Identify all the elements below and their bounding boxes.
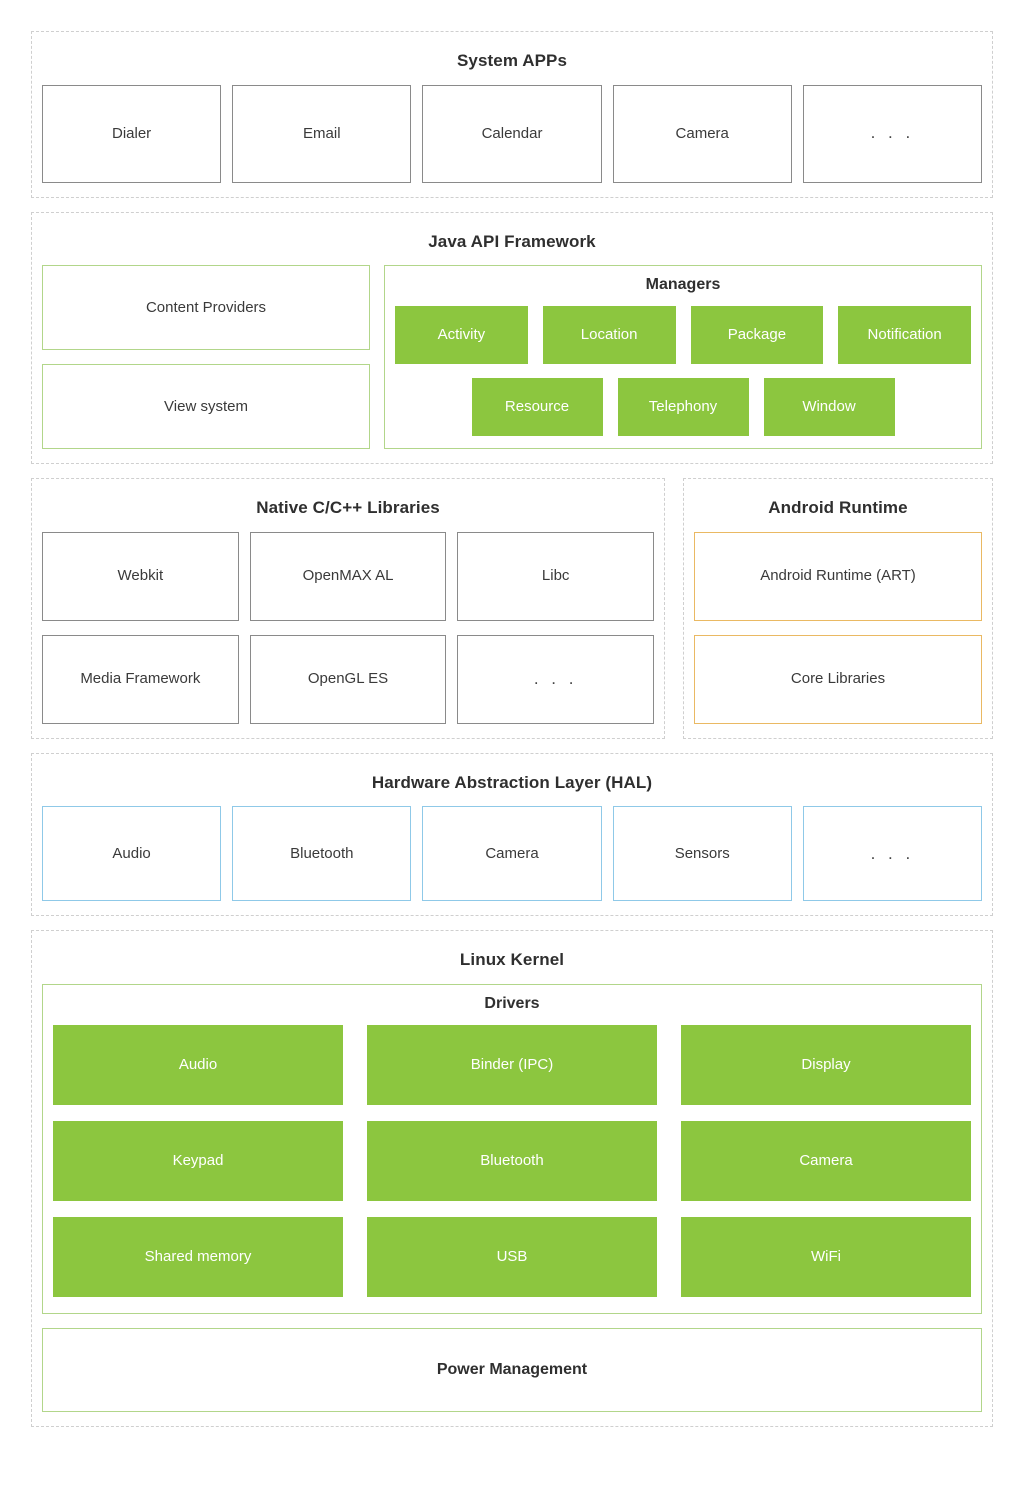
hal-row: Audio Bluetooth Camera Sensors . . . bbox=[42, 806, 983, 902]
api-box-content-providers[interactable]: Content Providers bbox=[42, 265, 370, 351]
native-box-media-framework[interactable]: Media Framework bbox=[42, 634, 239, 724]
drivers-row-1: Audio Binder (IPC) Display bbox=[53, 1024, 971, 1105]
driver-box-usb[interactable]: USB bbox=[367, 1216, 657, 1297]
driver-box-display[interactable]: Display bbox=[681, 1024, 971, 1105]
native-box-more[interactable]: . . . bbox=[457, 634, 655, 724]
manager-box-telephony[interactable]: Telephony bbox=[617, 377, 749, 436]
section-linux-kernel: Linux Kernel Drivers Audio Binder (IPC) … bbox=[31, 930, 993, 1427]
native-and-runtime-row: Native C/C++ Libraries Webkit OpenMAX AL… bbox=[31, 477, 993, 739]
driver-box-camera[interactable]: Camera bbox=[681, 1120, 971, 1201]
native-box-libc[interactable]: Libc bbox=[457, 531, 655, 621]
java-api-body: Content Providers View system Managers A… bbox=[42, 265, 982, 449]
section-title-hal: Hardware Abstraction Layer (HAL) bbox=[371, 772, 653, 792]
section-title-linux-kernel: Linux Kernel bbox=[459, 950, 565, 970]
section-title-java-api-framework: Java API Framework bbox=[428, 231, 596, 251]
app-box-dialer[interactable]: Dialer bbox=[42, 84, 222, 183]
native-libraries-row-1: Webkit OpenMAX AL Libc bbox=[42, 531, 655, 621]
section-title-system-apps: System APPs bbox=[456, 51, 568, 70]
hal-box-bluetooth[interactable]: Bluetooth bbox=[232, 806, 412, 902]
section-hal: Hardware Abstraction Layer (HAL) Audio B… bbox=[31, 752, 993, 917]
driver-box-audio[interactable]: Audio bbox=[53, 1024, 343, 1105]
drivers-group: Drivers Audio Binder (IPC) Display Keypa… bbox=[42, 984, 982, 1314]
manager-box-activity[interactable]: Activity bbox=[395, 305, 528, 364]
native-box-webkit[interactable]: Webkit bbox=[42, 531, 239, 621]
section-android-runtime: Android Runtime Android Runtime (ART) Co… bbox=[683, 477, 993, 739]
app-box-camera[interactable]: Camera bbox=[612, 84, 792, 183]
drivers-row-2: Keypad Bluetooth Camera bbox=[53, 1120, 971, 1201]
section-title-android-runtime: Android Runtime bbox=[768, 497, 908, 517]
power-management-box[interactable]: Power Management bbox=[42, 1327, 982, 1412]
native-libraries-row-2: Media Framework OpenGL ES . . . bbox=[42, 634, 655, 724]
driver-box-wifi[interactable]: WiFi bbox=[681, 1216, 971, 1297]
app-box-email[interactable]: Email bbox=[232, 84, 412, 183]
driver-box-keypad[interactable]: Keypad bbox=[53, 1120, 343, 1201]
android-architecture-diagram: System APPs Dialer Email Calendar Camera… bbox=[31, 31, 993, 1441]
drivers-title: Drivers bbox=[484, 995, 540, 1013]
hal-box-sensors[interactable]: Sensors bbox=[612, 806, 792, 902]
java-api-left-column: Content Providers View system bbox=[42, 265, 370, 449]
runtime-box-art[interactable]: Android Runtime (ART) bbox=[694, 531, 982, 621]
manager-box-resource[interactable]: Resource bbox=[471, 377, 603, 436]
app-box-calendar[interactable]: Calendar bbox=[422, 84, 602, 183]
hal-box-audio[interactable]: Audio bbox=[42, 806, 222, 902]
section-java-api-framework: Java API Framework Content Providers Vie… bbox=[31, 211, 993, 464]
api-box-view-system[interactable]: View system bbox=[42, 364, 370, 449]
power-management-label: Power Management bbox=[436, 1360, 588, 1378]
app-box-more[interactable]: . . . bbox=[802, 84, 983, 183]
manager-box-notification[interactable]: Notification bbox=[838, 305, 971, 364]
native-box-openmax-al[interactable]: OpenMAX AL bbox=[249, 531, 447, 621]
managers-row-2: Resource Telephony Window bbox=[395, 377, 971, 436]
section-native-libraries: Native C/C++ Libraries Webkit OpenMAX AL… bbox=[31, 477, 665, 739]
system-apps-row: Dialer Email Calendar Camera . . . bbox=[42, 84, 983, 183]
manager-box-package[interactable]: Package bbox=[690, 305, 824, 364]
section-system-apps: System APPs Dialer Email Calendar Camera… bbox=[31, 31, 993, 198]
manager-box-location[interactable]: Location bbox=[542, 305, 676, 364]
managers-title: Managers bbox=[645, 276, 721, 294]
managers-group: Managers Activity Location Package Notif… bbox=[384, 265, 982, 449]
driver-box-shared-memory[interactable]: Shared memory bbox=[53, 1216, 343, 1297]
managers-row-1: Activity Location Package Notification bbox=[395, 305, 971, 364]
hal-box-camera[interactable]: Camera bbox=[422, 806, 602, 902]
driver-box-binder-ipc[interactable]: Binder (IPC) bbox=[367, 1024, 657, 1105]
native-box-opengl-es[interactable]: OpenGL ES bbox=[249, 634, 447, 724]
driver-box-bluetooth[interactable]: Bluetooth bbox=[367, 1120, 657, 1201]
manager-box-window[interactable]: Window bbox=[763, 377, 895, 436]
hal-box-more[interactable]: . . . bbox=[802, 806, 983, 902]
runtime-box-core-libraries[interactable]: Core Libraries bbox=[694, 634, 982, 724]
drivers-row-3: Shared memory USB WiFi bbox=[53, 1216, 971, 1297]
section-title-native-libraries: Native C/C++ Libraries bbox=[256, 497, 440, 517]
